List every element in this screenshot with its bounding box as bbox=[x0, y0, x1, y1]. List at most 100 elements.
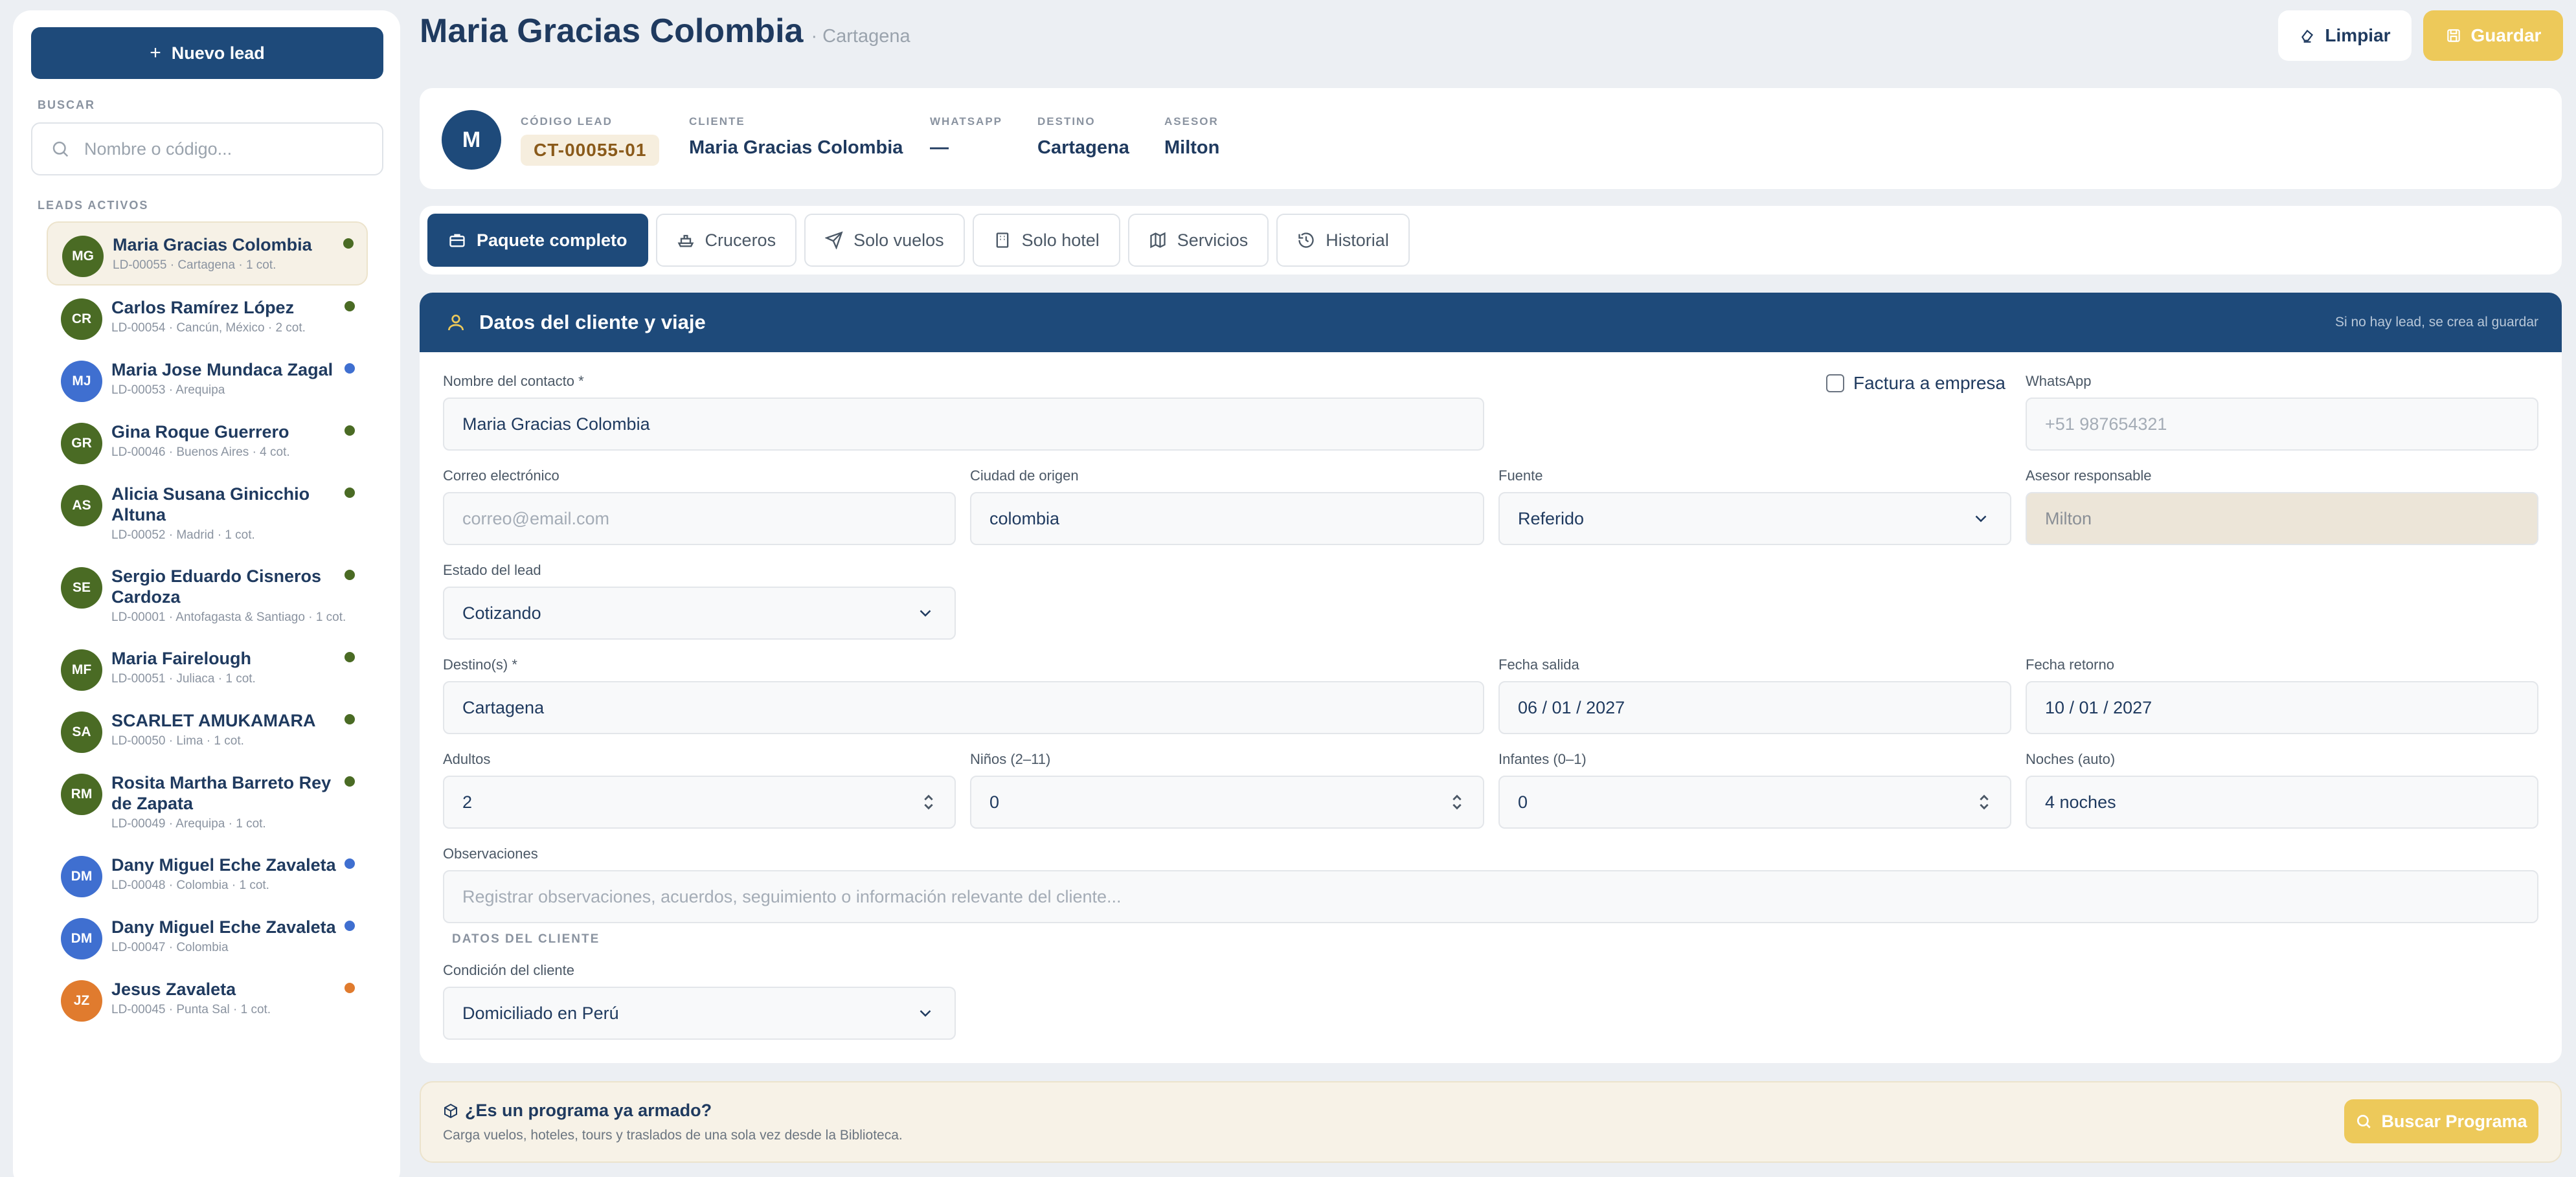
chevron-down-icon bbox=[920, 610, 931, 617]
lead-item[interactable]: DM Dany Miguel Eche Zavaleta LD-00047 · … bbox=[47, 905, 368, 967]
chevron-down-icon bbox=[920, 1010, 931, 1017]
status-dot bbox=[345, 488, 355, 498]
status-dot bbox=[345, 983, 355, 993]
lead-summary-card: M CÓDIGO LEAD CT-00055-01 CLIENTE Maria … bbox=[420, 88, 2562, 189]
lead-item[interactable]: SE Sergio Eduardo Cisneros Cardoza LD-00… bbox=[47, 554, 368, 636]
lead-list: MG Maria Gracias Colombia LD-00055 · Car… bbox=[31, 221, 382, 1029]
history-icon bbox=[1298, 232, 1314, 248]
client-condition-value: Domiciliado en Perú bbox=[462, 1003, 619, 1023]
adults-value: 2 bbox=[462, 792, 473, 812]
avatar: DM bbox=[61, 856, 102, 897]
client-trip-form: Datos del cliente y viaje Si no hay lead… bbox=[420, 293, 2562, 1063]
return-date-input[interactable]: 10 / 01 / 2027 bbox=[2026, 681, 2538, 734]
advisor-input: Milton bbox=[2026, 492, 2538, 545]
lead-code-block: CÓDIGO LEAD CT-00055-01 bbox=[521, 115, 660, 166]
search-input[interactable]: Nombre o código... bbox=[31, 122, 383, 175]
avatar: SA bbox=[61, 712, 102, 753]
lead-status-select[interactable]: Cotizando bbox=[443, 587, 956, 640]
email-label: Correo electrónico bbox=[443, 467, 559, 484]
lead-name: Dany Miguel Eche Zavaleta bbox=[111, 917, 336, 937]
lead-item[interactable]: MJ Maria Jose Mundaca Zagal LD-00053 · A… bbox=[47, 348, 368, 410]
lead-meta: LD-00046 · Buenos Aires · 4 cot. bbox=[111, 445, 290, 459]
client-condition-select[interactable]: Domiciliado en Perú bbox=[443, 987, 956, 1040]
status-dot bbox=[343, 238, 354, 249]
avatar: GR bbox=[61, 423, 102, 464]
spinner-icon[interactable] bbox=[1449, 791, 1465, 813]
return-date-field: Fecha retorno 10 / 01 / 2027 bbox=[2026, 656, 2538, 734]
observations-label: Observaciones bbox=[443, 846, 538, 862]
program-title-row: ¿Es un programa ya armado? bbox=[443, 1101, 712, 1121]
departure-date-input[interactable]: 06 / 01 / 2027 bbox=[1498, 681, 2011, 734]
save-button[interactable]: Guardar bbox=[2423, 10, 2563, 61]
origin-city-field: Ciudad de origen colombia bbox=[970, 467, 1484, 545]
adults-label: Adultos bbox=[443, 751, 491, 767]
plus-icon: + bbox=[150, 42, 161, 63]
lead-meta: LD-00053 · Arequipa bbox=[111, 383, 225, 397]
observations-textarea[interactable]: Registrar observaciones, acuerdos, segui… bbox=[443, 870, 2538, 923]
page-header: Maria Gracias Colombia · Cartagena bbox=[420, 12, 910, 50]
infants-stepper[interactable]: 0 bbox=[1498, 776, 2011, 829]
source-label: Fuente bbox=[1498, 467, 1543, 484]
search-placeholder: Nombre o código... bbox=[84, 139, 232, 159]
form-hint: Si no hay lead, se crea al guardar bbox=[2334, 315, 2538, 330]
client-label: CLIENTE bbox=[689, 115, 745, 128]
lead-status-label: Estado del lead bbox=[443, 562, 541, 578]
avatar: RM bbox=[61, 774, 102, 815]
advisor-value: Milton bbox=[1164, 137, 1220, 158]
children-stepper[interactable]: 0 bbox=[970, 776, 1484, 829]
adults-stepper[interactable]: 2 bbox=[443, 776, 956, 829]
lead-item[interactable]: RM Rosita Martha Barreto Rey de Zapata L… bbox=[47, 761, 368, 843]
page-subtitle-city: · Cartagena bbox=[811, 26, 910, 47]
factura-empresa-checkbox[interactable]: Factura a empresa bbox=[1826, 373, 2005, 394]
program-card: ¿Es un programa ya armado? Carga vuelos,… bbox=[420, 1081, 2562, 1163]
contact-name-field: Nombre del contacto * Maria Gracias Colo… bbox=[443, 373, 1484, 451]
source-select[interactable]: Referido bbox=[1498, 492, 2011, 545]
lead-item[interactable]: GR Gina Roque Guerrero LD-00046 · Buenos… bbox=[47, 410, 368, 472]
lead-item[interactable]: DM Dany Miguel Eche Zavaleta LD-00048 · … bbox=[47, 843, 368, 905]
infants-field: Infantes (0–1) 0 bbox=[1498, 751, 2011, 829]
new-lead-button[interactable]: + Nuevo lead bbox=[31, 27, 383, 79]
factura-empresa-label: Factura a empresa bbox=[1853, 373, 2005, 393]
tab-historial[interactable]: Historial bbox=[1276, 214, 1410, 267]
sidebar: + Nuevo lead BUSCAR Nombre o código... L… bbox=[13, 10, 400, 1177]
observations-field: Observaciones Registrar observaciones, a… bbox=[443, 846, 2538, 923]
tab-label: Historial bbox=[1326, 230, 1389, 250]
spinner-icon[interactable] bbox=[1976, 791, 1992, 813]
lead-name: Gina Roque Guerrero bbox=[111, 422, 289, 442]
tab-servicios[interactable]: Servicios bbox=[1127, 214, 1269, 267]
destination-field-label: Destino(s) * bbox=[443, 656, 517, 673]
lead-item[interactable]: AS Alicia Susana Ginicchio Altuna LD-000… bbox=[47, 472, 368, 554]
status-dot bbox=[345, 921, 355, 931]
checkbox-box[interactable] bbox=[1826, 374, 1844, 392]
origin-city-input[interactable]: colombia bbox=[970, 492, 1484, 545]
contact-name-input[interactable]: Maria Gracias Colombia bbox=[443, 398, 1484, 451]
tab-label: Servicios bbox=[1177, 230, 1248, 250]
whatsapp-input[interactable]: +51 987654321 bbox=[2026, 398, 2538, 451]
lead-item[interactable]: JZ Jesus Zavaleta LD-00045 · Punta Sal ·… bbox=[47, 967, 368, 1029]
lead-item[interactable]: SA SCARLET AMUKAMARA LD-00050 · Lima · 1… bbox=[47, 699, 368, 761]
tab-solo-hotel[interactable]: Solo hotel bbox=[972, 214, 1120, 267]
nights-value: 4 noches bbox=[2026, 776, 2538, 829]
lead-meta: LD-00050 · Lima · 1 cot. bbox=[111, 734, 244, 748]
destination-input[interactable]: Cartagena bbox=[443, 681, 1484, 734]
lead-item[interactable]: MG Maria Gracias Colombia LD-00055 · Car… bbox=[47, 221, 368, 286]
avatar: CR bbox=[61, 298, 102, 340]
lead-name: Maria Fairelough bbox=[111, 649, 252, 668]
lead-item[interactable]: MF Maria Fairelough LD-00051 · Juliaca ·… bbox=[47, 636, 368, 699]
status-dot bbox=[345, 570, 355, 580]
tab-paquete-completo[interactable]: Paquete completo bbox=[427, 214, 648, 267]
search-icon bbox=[2357, 1114, 2371, 1128]
search-program-button[interactable]: Buscar Programa bbox=[2344, 1099, 2538, 1143]
tab-solo-vuelos[interactable]: Solo vuelos bbox=[804, 214, 965, 267]
chevron-down-icon bbox=[1975, 515, 1987, 522]
spinner-icon[interactable] bbox=[921, 791, 936, 813]
tab-cruceros[interactable]: Cruceros bbox=[655, 214, 797, 267]
lead-item[interactable]: CR Carlos Ramírez López LD-00054 · Cancú… bbox=[47, 286, 368, 348]
tab-label: Cruceros bbox=[705, 230, 776, 250]
email-input[interactable]: correo@email.com bbox=[443, 492, 956, 545]
contact-name-label: Nombre del contacto * bbox=[443, 373, 584, 389]
tab-label: Paquete completo bbox=[477, 230, 627, 250]
clear-button[interactable]: Limpiar bbox=[2278, 10, 2412, 61]
lead-meta: LD-00049 · Arequipa · 1 cot. bbox=[111, 817, 266, 831]
lead-meta: LD-00047 · Colombia bbox=[111, 941, 229, 954]
